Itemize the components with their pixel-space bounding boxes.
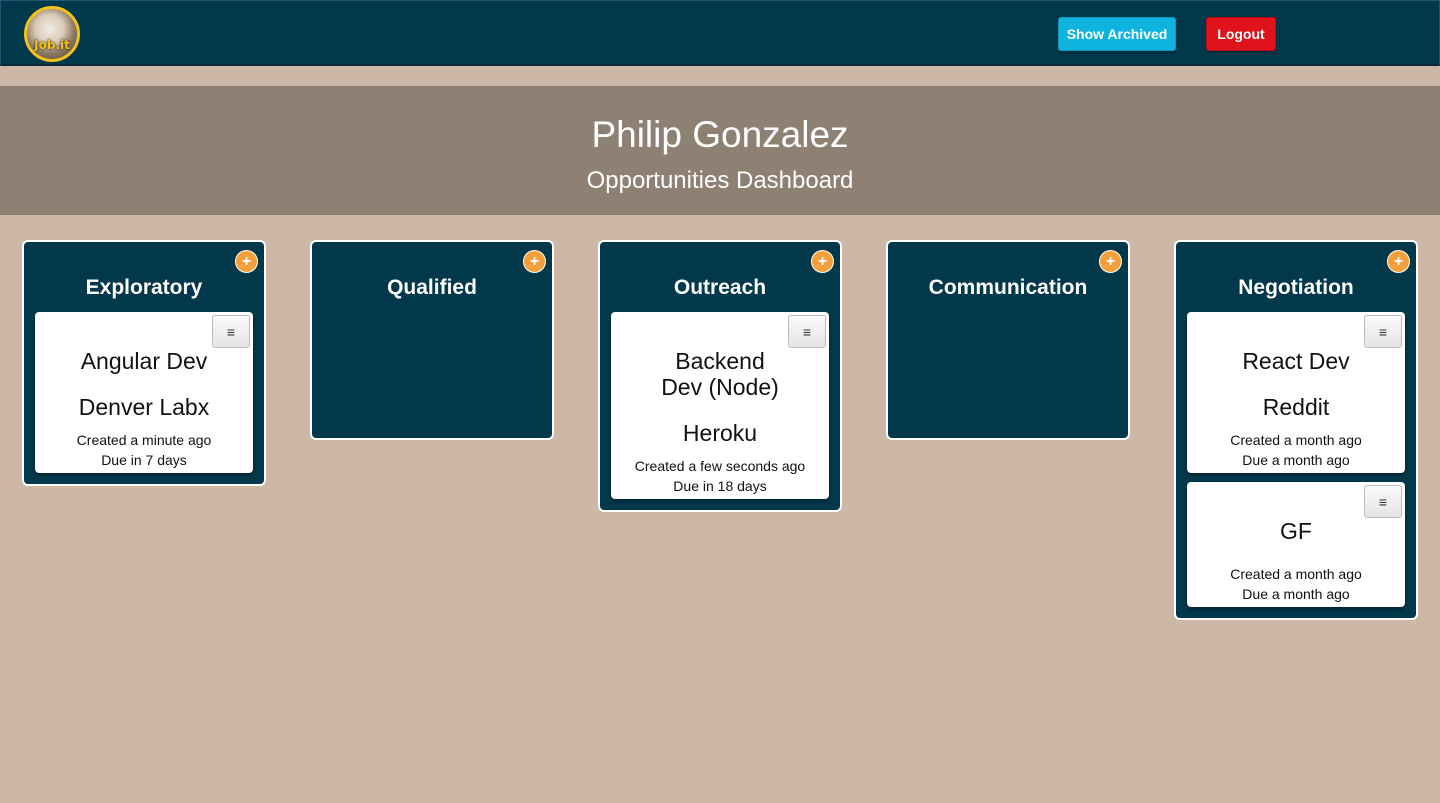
card-company: Denver Labx — [78, 394, 210, 420]
header-banner: Philip Gonzalez Opportunities Dashboard — [0, 86, 1440, 215]
card-menu-button[interactable]: ≡ — [212, 315, 250, 348]
page-title: Opportunities Dashboard — [586, 167, 854, 194]
column-communication: + Communication — [886, 240, 1130, 440]
add-opportunity-button[interactable]: + — [1099, 250, 1122, 273]
logout-button[interactable]: Logout — [1206, 17, 1276, 51]
column-title: Exploratory — [85, 276, 203, 299]
opportunity-card[interactable]: ≡ React Dev Reddit Created a month ago D… — [1187, 312, 1405, 473]
card-menu-button[interactable]: ≡ — [1364, 485, 1402, 518]
add-opportunity-button[interactable]: + — [811, 250, 834, 273]
card-created: Created a month ago — [1230, 432, 1362, 448]
opportunity-card[interactable]: ≡ Angular Dev Denver Labx Created a minu… — [35, 312, 253, 473]
card-title: Backend Dev (Node) — [661, 348, 779, 400]
navbar: Job.it Show Archived Logout — [0, 0, 1440, 66]
logo-text: Job.it — [34, 38, 70, 52]
card-menu-button[interactable]: ≡ — [1364, 315, 1402, 348]
card-title: React Dev — [1242, 348, 1350, 374]
column-title: Communication — [928, 276, 1088, 299]
add-opportunity-button[interactable]: + — [523, 250, 546, 273]
logo[interactable]: Job.it — [24, 6, 80, 62]
column-title: Outreach — [673, 276, 767, 299]
column-title: Qualified — [387, 276, 477, 299]
card-company: Reddit — [1262, 394, 1330, 420]
column-outreach: + Outreach ≡ Backend Dev (Node) Heroku C… — [598, 240, 842, 512]
card-due: Due in 7 days — [101, 452, 187, 468]
card-created: Created a minute ago — [76, 432, 212, 448]
show-archived-button[interactable]: Show Archived — [1058, 17, 1176, 51]
add-opportunity-button[interactable]: + — [1387, 250, 1410, 273]
card-menu-button[interactable]: ≡ — [788, 315, 826, 348]
card-due: Due in 18 days — [673, 478, 767, 494]
card-due: Due a month ago — [1242, 452, 1350, 468]
column-qualified: + Qualified — [310, 240, 554, 440]
add-opportunity-button[interactable]: + — [235, 250, 258, 273]
column-title: Negotiation — [1238, 276, 1354, 299]
card-created: Created a few seconds ago — [634, 458, 806, 474]
card-company: Heroku — [682, 420, 758, 446]
card-created: Created a month ago — [1230, 566, 1362, 582]
opportunity-card[interactable]: ≡ GF Created a month ago Due a month ago — [1187, 482, 1405, 607]
column-exploratory: + Exploratory ≡ Angular Dev Denver Labx … — [22, 240, 266, 486]
card-title: Angular Dev — [80, 348, 208, 374]
card-title: GF — [1280, 518, 1312, 544]
user-name: Philip Gonzalez — [591, 114, 849, 155]
card-due: Due a month ago — [1242, 586, 1350, 602]
column-negotiation: + Negotiation ≡ React Dev Reddit Created… — [1174, 240, 1418, 620]
opportunity-card[interactable]: ≡ Backend Dev (Node) Heroku Created a fe… — [611, 312, 829, 499]
